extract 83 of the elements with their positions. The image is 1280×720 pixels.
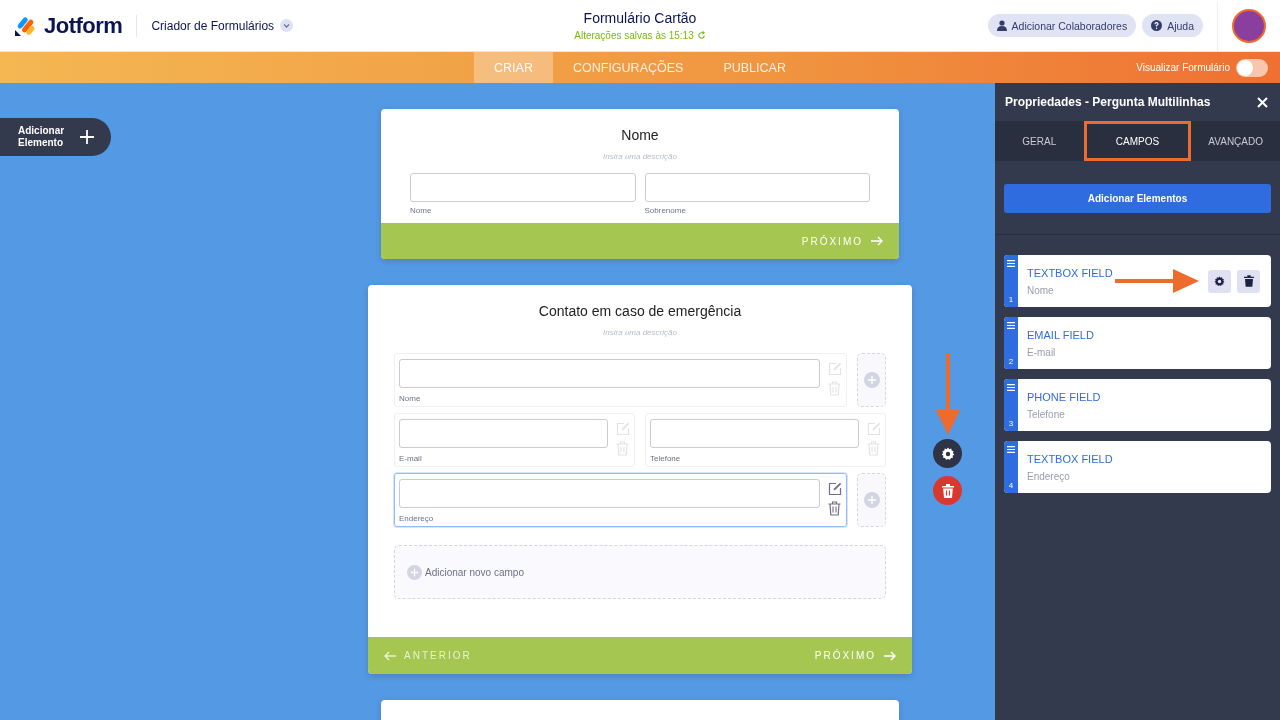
card-title[interactable]: Nome [410,127,870,143]
builder-menu[interactable]: Criador de Formulários [151,18,294,33]
add-field-label: Adicionar novo campo [425,566,524,578]
field-type: PHONE FIELD [1027,390,1102,403]
field-name: E-mail [1027,346,1057,358]
arrow-right-icon [884,650,896,661]
close-icon[interactable] [1257,96,1268,108]
settings-button[interactable] [1208,269,1231,293]
add-element-button[interactable]: Adicionar Elemento [0,118,111,156]
chevron-down-icon [280,19,294,32]
field-label: Nome [399,394,422,403]
form-title[interactable]: Formulário Cartão [583,10,697,26]
trash-icon[interactable] [828,501,841,516]
field-label: Sobrenome [644,206,687,215]
menu-icon [1007,322,1015,329]
field-block[interactable]: Telefone [645,413,886,467]
field-number: 1 [1008,295,1014,304]
field-block[interactable]: Endereço [394,473,847,527]
menu-icon [1007,384,1015,391]
input-field[interactable] [644,173,870,202]
input-field[interactable] [410,173,636,202]
settings-icon [940,446,955,461]
panel-tab[interactable]: CAMPOS [1083,121,1192,161]
save-status: Alterações salvas às 15:13 [574,30,694,41]
card-title[interactable]: Contato em caso de emergência [394,303,886,319]
panel-tab[interactable]: GERAL [995,121,1084,161]
help-icon [1151,20,1163,31]
logo-text[interactable]: Jotform [44,12,123,39]
field-item[interactable]: 3 PHONE FIELD Telefone [1004,379,1271,431]
avatar[interactable] [1232,8,1266,43]
drag-handle[interactable]: 2 [1004,317,1018,369]
field-block[interactable]: E-mail [394,413,635,467]
settings-icon [1214,275,1225,287]
delete-button[interactable] [1237,269,1260,293]
input-field[interactable] [399,479,820,508]
edit-icon[interactable] [828,482,842,496]
field-label: Telefone [650,454,682,463]
field-name: Telefone [1027,408,1066,420]
add-collaborators-button[interactable]: Adicionar Colaboradores [987,14,1137,37]
field-name: Endereço [1027,470,1071,482]
add-column-slot[interactable] [857,473,886,527]
drag-handle[interactable]: 4 [1004,441,1018,493]
preview-toggle[interactable] [1236,58,1268,77]
arrow-left-icon [384,650,396,661]
arrow-right-icon [871,236,883,246]
panel-title: Propriedades - Pergunta Multilinhas [1005,95,1211,109]
add-column-slot[interactable] [857,353,886,407]
field-number: 4 [1008,481,1014,490]
trash-icon [941,483,954,498]
drag-handle[interactable]: 3 [1004,379,1018,431]
field-block[interactable]: Nome [394,353,847,407]
input-field[interactable] [650,419,859,448]
field-item[interactable]: 4 TEXTBOX FIELD Endereço [1004,441,1271,493]
plus-circle-icon [863,372,880,388]
field-number: 3 [1008,419,1014,428]
preview-label: Visualizar Formulário [1136,62,1230,73]
plus-circle-icon [407,564,422,580]
add-elements-button[interactable]: Adicionar Elementos [1004,184,1271,213]
user-icon [996,20,1007,31]
field-type: TEXTBOX FIELD [1027,452,1114,465]
field-name: Nome [1027,284,1055,296]
plus-icon [80,130,94,144]
drag-handle[interactable]: 1 [1004,255,1018,307]
field-item[interactable]: 2 EMAIL FIELD E-mail [1004,317,1271,369]
settings-button[interactable] [933,439,962,468]
menu-icon [1007,260,1015,267]
refresh-icon [696,31,706,40]
logo-icon [14,14,36,37]
panel-tab[interactable]: AVANÇADO [1191,121,1280,161]
field-item[interactable]: 1 TEXTBOX FIELD Nome [1004,255,1271,307]
plus-circle-icon [863,492,880,508]
add-field-area[interactable]: Adicionar novo campo [394,545,886,599]
field-label: Nome [410,206,433,215]
field-label: E-mail [399,454,423,463]
field-label: Endereço [399,514,435,523]
field-type: EMAIL FIELD [1027,328,1095,341]
help-button[interactable]: Ajuda [1142,14,1203,37]
input-field[interactable] [399,359,820,388]
field-type: TEXTBOX FIELD [1027,266,1114,279]
input-field[interactable] [399,419,608,448]
menu-icon [1007,446,1015,453]
trash-icon [1243,275,1254,287]
field-number: 2 [1008,357,1014,366]
